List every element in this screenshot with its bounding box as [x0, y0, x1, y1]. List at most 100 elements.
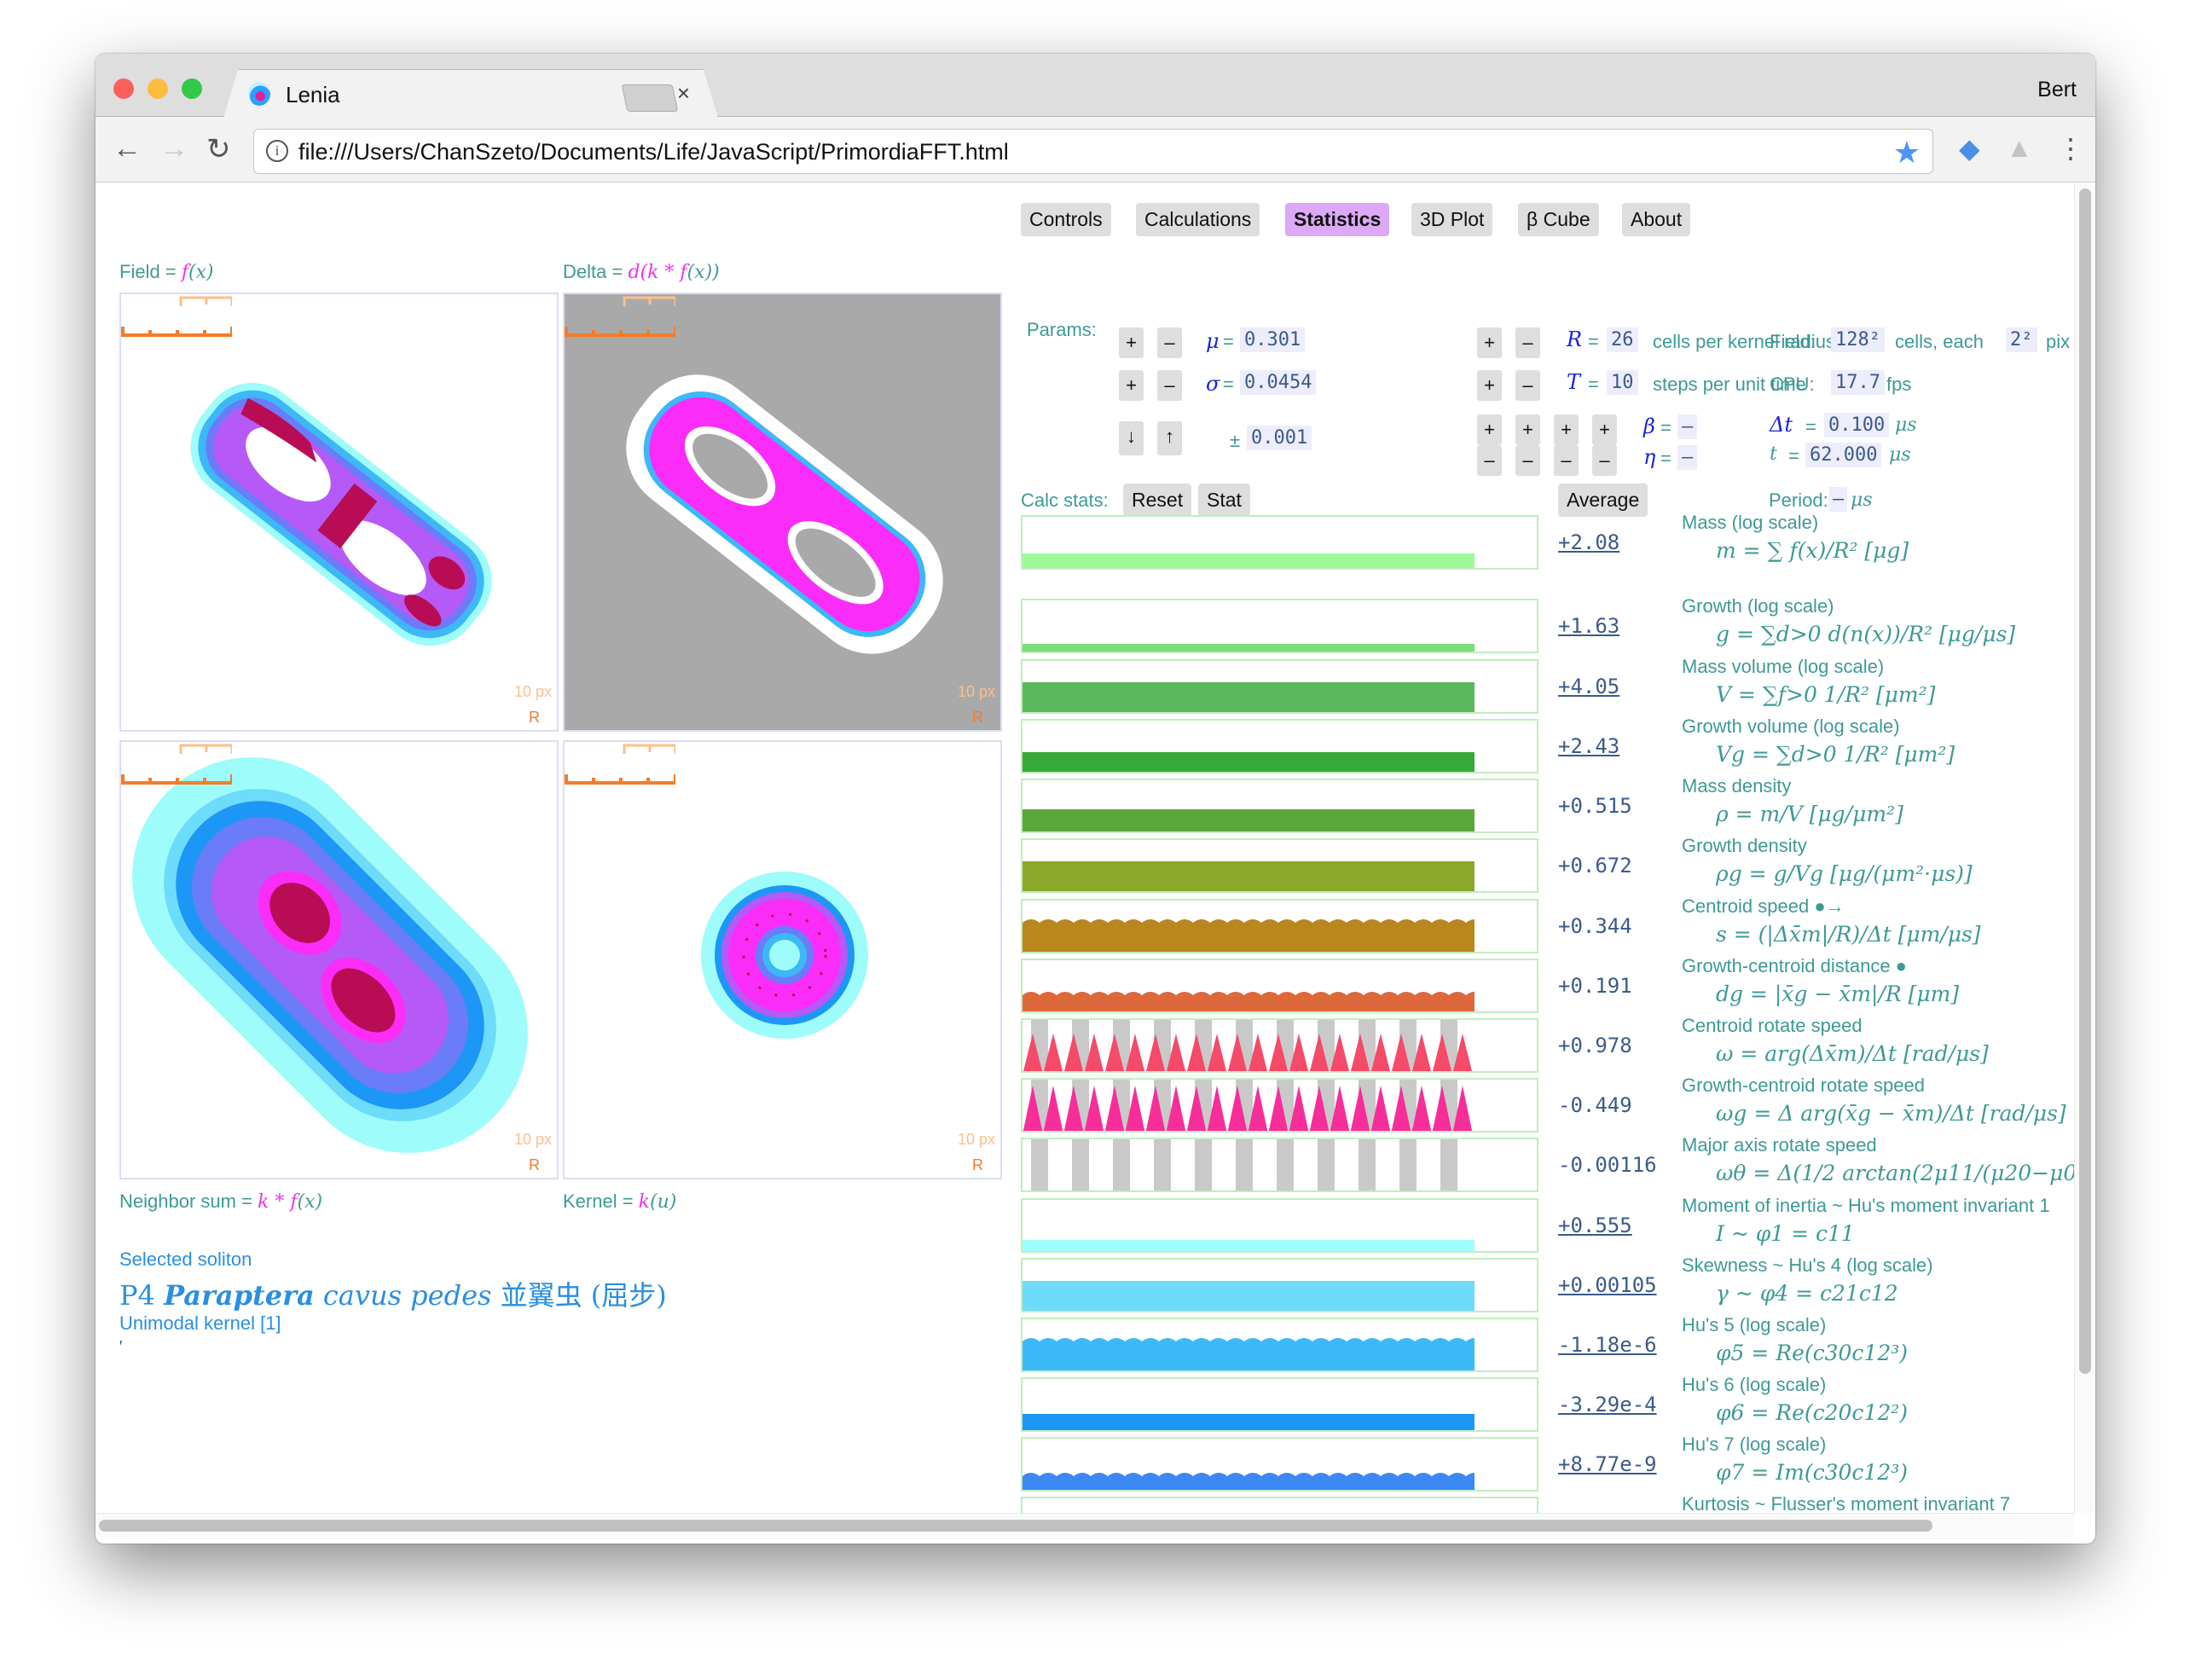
stat-graph[interactable]	[1021, 515, 1538, 570]
stat-graph[interactable]	[1021, 1138, 1538, 1192]
stat-graph[interactable]	[1021, 779, 1538, 833]
stat-value[interactable]: +2.08	[1558, 530, 1619, 554]
selected-soliton-heading: Selected soliton	[119, 1248, 252, 1270]
b1-plus-button[interactable]: +	[1477, 414, 1502, 445]
stat-value[interactable]: +4.05	[1558, 675, 1619, 698]
t-plus-button[interactable]: +	[1477, 370, 1502, 401]
params-label: Params:	[1027, 319, 1097, 340]
average-button[interactable]: Average	[1558, 484, 1648, 517]
address-bar[interactable]: i file:///Users/ChanSzeto/Documents/Life…	[253, 129, 1933, 174]
stat-button[interactable]: Stat	[1198, 484, 1250, 517]
soliton-name: P4 Paraptera cavus pedes 並翼虫 (屈步)	[119, 1274, 667, 1313]
stat-row: +0.00105 Skewness ~ Hu's 4 (log scale) γ ~…	[1021, 1254, 2074, 1312]
reset-button[interactable]: Reset	[1123, 484, 1192, 517]
bookmark-star-icon[interactable]: ★	[1893, 135, 1921, 171]
stat-row: -3.29e-4 Hu's 6 (log scale) φ6 = Re(c20c12…	[1021, 1374, 2074, 1432]
r-minus-button[interactable]: –	[1515, 327, 1540, 358]
b4-minus-button[interactable]: –	[1592, 445, 1617, 476]
delta-canvas[interactable]: 10 px R	[563, 293, 1002, 732]
menu-icon[interactable]: ⋮	[2057, 132, 2084, 165]
b3-minus-button[interactable]: –	[1554, 445, 1579, 476]
stat-graph[interactable]	[1021, 719, 1538, 773]
tab-beta-cube[interactable]: β Cube	[1518, 203, 1599, 236]
field-mid-text: cells, each	[1895, 331, 1984, 352]
field-label: Field = f(x)	[119, 261, 214, 283]
profile-name[interactable]: Bert	[2037, 78, 2077, 102]
scale-px-label: 10 px	[957, 683, 995, 700]
stat-value[interactable]: +0.555	[1558, 1214, 1632, 1237]
stat-graph[interactable]	[1021, 1437, 1538, 1492]
minimize-window-button[interactable]	[148, 78, 168, 99]
stat-graph[interactable]	[1021, 659, 1538, 714]
t-value: 10	[1607, 370, 1638, 395]
tab-3d-plot[interactable]: 3D Plot	[1411, 203, 1493, 236]
neighbor-sum-canvas[interactable]: 10 px R	[119, 740, 559, 1179]
stat-graph[interactable]	[1021, 959, 1538, 1013]
t-minus-button[interactable]: –	[1515, 370, 1540, 401]
stat-formula: dg = |x̄g − x̄m|/R [μm]	[1716, 982, 1960, 1006]
step-down-button[interactable]: ↓	[1119, 421, 1144, 455]
stat-formula: ρ = m/V [μg/μm²]	[1716, 802, 1903, 826]
stat-graph[interactable]	[1021, 1078, 1538, 1133]
stat-value[interactable]: -1.18e-6	[1558, 1333, 1657, 1357]
drive-extension-icon[interactable]: ▲	[2006, 132, 2033, 164]
info-icon[interactable]: i	[266, 140, 288, 162]
horizontal-scrollbar[interactable]	[96, 1513, 2074, 1537]
b3-plus-button[interactable]: +	[1554, 414, 1579, 445]
forward-icon[interactable]: →	[159, 132, 188, 165]
stat-value[interactable]: +2.43	[1558, 734, 1619, 758]
b2-plus-button[interactable]: +	[1515, 414, 1540, 445]
stat-value[interactable]: +0.00105	[1558, 1273, 1657, 1297]
stat-graph[interactable]	[1021, 1497, 1538, 1513]
vertical-scrollbar[interactable]	[2074, 182, 2095, 1513]
scholar-extension-icon[interactable]: ◆	[1959, 132, 1980, 165]
stat-formula: φ7 = Im(c30c12³)	[1716, 1460, 1908, 1485]
stat-graph[interactable]	[1021, 1198, 1538, 1253]
stat-sparkline	[1031, 1139, 1457, 1190]
mu-plus-button[interactable]: +	[1119, 327, 1144, 358]
stat-value[interactable]: -3.29e-4	[1558, 1393, 1657, 1416]
beta-value: –	[1677, 414, 1698, 439]
stat-name: Mass (log scale)	[1682, 512, 1819, 533]
r-plus-button[interactable]: +	[1477, 327, 1502, 358]
stat-graph[interactable]	[1021, 599, 1538, 653]
field-canvas[interactable]: 10 px R	[119, 293, 559, 732]
stat-row: +2.43 Growth volume (log scale) Vg = ∑d>0 …	[1021, 715, 2074, 773]
close-tab-icon[interactable]: ×	[677, 80, 690, 107]
vertical-scroll-thumb[interactable]	[2079, 188, 2091, 1374]
stat-graph[interactable]	[1021, 1258, 1538, 1312]
back-icon[interactable]: ←	[113, 132, 142, 165]
stat-value[interactable]: +8.77e-9	[1558, 1452, 1657, 1476]
equals: =	[1588, 331, 1599, 352]
field-cells-value: 128²	[1831, 327, 1885, 352]
close-window-button[interactable]	[113, 78, 134, 99]
tab-calculations[interactable]: Calculations	[1136, 203, 1260, 236]
step-up-button[interactable]: ↑	[1157, 421, 1182, 455]
mu-minus-button[interactable]: –	[1157, 327, 1182, 358]
stat-graph[interactable]	[1021, 1318, 1538, 1372]
b2-minus-button[interactable]: –	[1515, 445, 1540, 476]
stat-graph[interactable]	[1021, 838, 1538, 893]
stat-value[interactable]: +1.63	[1558, 614, 1619, 638]
sigma-plus-button[interactable]: +	[1119, 370, 1144, 401]
stat-graph[interactable]	[1021, 1377, 1538, 1432]
b4-plus-button[interactable]: +	[1592, 414, 1617, 445]
new-tab-button[interactable]	[621, 84, 679, 112]
stat-graph[interactable]	[1021, 1018, 1538, 1073]
tab-about[interactable]: About	[1622, 203, 1691, 236]
time-value: 62.000	[1805, 443, 1882, 467]
tab-statistics[interactable]: Statistics	[1285, 203, 1390, 236]
maximize-window-button[interactable]	[182, 78, 202, 99]
tab-controls[interactable]: Controls	[1021, 203, 1111, 236]
scale-r-label: R	[529, 1156, 540, 1173]
stat-graph[interactable]	[1021, 899, 1538, 953]
reload-icon[interactable]: ↻	[206, 132, 231, 166]
sigma-minus-button[interactable]: –	[1157, 370, 1182, 401]
b1-minus-button[interactable]: –	[1477, 445, 1502, 476]
stat-name: Growth (log scale)	[1682, 595, 1834, 617]
url-text[interactable]: file:///Users/ChanSzeto/Documents/Life/J…	[298, 139, 1009, 165]
horizontal-scroll-thumb[interactable]	[99, 1520, 1932, 1532]
kernel-canvas[interactable]: 10 px R	[563, 740, 1002, 1179]
dt-unit: μs	[1895, 414, 1917, 436]
soliton-species: cavus pedes	[322, 1279, 492, 1312]
